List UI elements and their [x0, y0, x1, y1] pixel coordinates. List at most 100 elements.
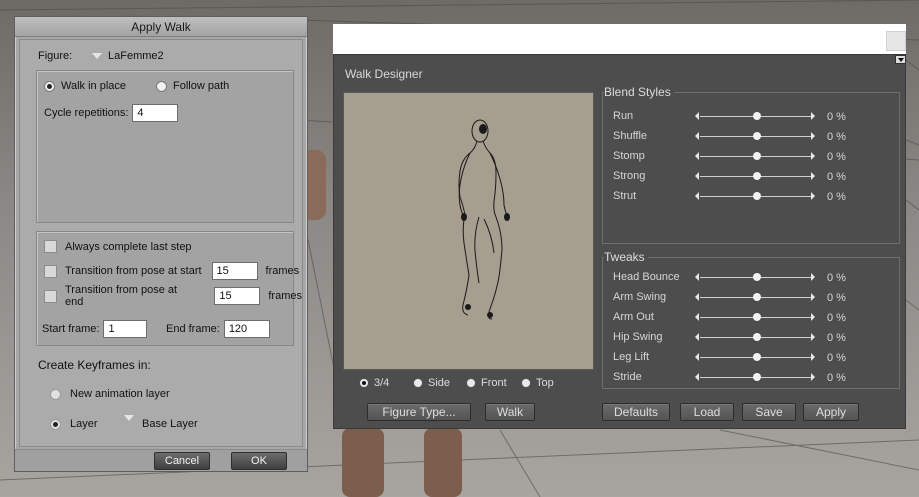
slider-min-arrow-icon[interactable] — [695, 313, 699, 321]
checkbox-icon — [44, 240, 57, 253]
view-label: 3/4 — [374, 377, 390, 389]
tweak-slider-row: Arm Out 0 % — [613, 308, 873, 328]
slider-label: Hip Swing — [613, 331, 663, 343]
slider-max-arrow-icon[interactable] — [811, 112, 815, 120]
blend-styles-title: Blend Styles — [604, 85, 674, 99]
slider-min-arrow-icon[interactable] — [695, 273, 699, 281]
end-frame-label: End frame: — [166, 323, 220, 335]
slider-handle[interactable] — [753, 192, 761, 200]
cancel-button[interactable]: Cancel — [154, 452, 210, 470]
slider-handle[interactable] — [753, 333, 761, 341]
slider-max-arrow-icon[interactable] — [811, 172, 815, 180]
background-figure-legs — [342, 428, 462, 497]
save-button[interactable]: Save — [742, 403, 796, 421]
ok-button[interactable]: OK — [231, 452, 287, 470]
slider-handle[interactable] — [753, 293, 761, 301]
slider-handle[interactable] — [753, 172, 761, 180]
slider-handle[interactable] — [753, 353, 761, 361]
slider-max-arrow-icon[interactable] — [811, 313, 815, 321]
layer-radio[interactable]: Layer — [50, 418, 98, 430]
apply-button[interactable]: Apply — [803, 403, 859, 421]
tweak-slider-row: Stride 0 % — [613, 368, 873, 388]
slider-min-arrow-icon[interactable] — [695, 293, 699, 301]
slider-value: 0 % — [827, 352, 846, 364]
cycle-repetitions-input[interactable]: 4 — [132, 104, 179, 122]
slider-handle[interactable] — [753, 112, 761, 120]
slider-max-arrow-icon[interactable] — [811, 132, 815, 140]
chevron-down-icon — [124, 415, 134, 421]
load-button[interactable]: Load — [680, 403, 734, 421]
slider-min-arrow-icon[interactable] — [695, 132, 699, 140]
slider-label: Head Bounce — [613, 271, 680, 283]
slider-max-arrow-icon[interactable] — [811, 333, 815, 341]
walking-figure-wireframe — [458, 119, 510, 320]
blend-style-slider-row: Strut 0 % — [613, 187, 873, 207]
slider-min-arrow-icon[interactable] — [695, 112, 699, 120]
view-3-4-radio[interactable]: 3/4 — [359, 377, 389, 389]
transition-start-label: Transition from pose at start — [65, 265, 202, 277]
transition-end-checkbox[interactable] — [44, 289, 57, 303]
radio-icon — [50, 388, 61, 400]
view-label: Front — [481, 377, 507, 389]
slider-label: Arm Out — [613, 311, 654, 323]
slider-handle[interactable] — [753, 313, 761, 321]
walk-in-place-radio[interactable]: Walk in place — [44, 80, 126, 92]
slider-min-arrow-icon[interactable] — [695, 152, 699, 160]
create-keyframes-label: Create Keyframes in: — [38, 358, 151, 372]
figure-dropdown[interactable]: LaFemme2 — [92, 50, 164, 62]
slider-min-arrow-icon[interactable] — [695, 353, 699, 361]
slider-min-arrow-icon[interactable] — [695, 333, 699, 341]
walk-preview-viewport[interactable] — [343, 92, 594, 370]
view-front-radio[interactable]: Front — [466, 377, 507, 389]
blend-style-slider-row: Strong 0 % — [613, 167, 873, 187]
view-side-radio[interactable]: Side — [413, 377, 450, 389]
figure-type-button[interactable]: Figure Type... — [367, 403, 471, 421]
slider-handle[interactable] — [753, 152, 761, 160]
slider-max-arrow-icon[interactable] — [811, 293, 815, 301]
follow-path-radio[interactable]: Follow path — [156, 80, 229, 92]
tweak-slider-row: Hip Swing 0 % — [613, 328, 873, 348]
slider-max-arrow-icon[interactable] — [811, 373, 815, 381]
slider-handle[interactable] — [753, 273, 761, 281]
slider-min-arrow-icon[interactable] — [695, 373, 699, 381]
always-complete-checkbox[interactable]: Always complete last step — [44, 240, 192, 253]
slider-min-arrow-icon[interactable] — [695, 172, 699, 180]
slider-max-arrow-icon[interactable] — [811, 192, 815, 200]
transition-end-input[interactable]: 15 — [214, 287, 261, 305]
slider-value: 0 % — [827, 332, 846, 344]
end-frame-input[interactable]: 120 — [223, 320, 270, 338]
slider-max-arrow-icon[interactable] — [811, 273, 815, 281]
slider-label: Stride — [613, 371, 642, 383]
start-frame-input[interactable]: 1 — [103, 320, 148, 338]
frames-unit-label: frames — [268, 290, 302, 302]
apply-walk-dialog: Apply Walk Figure: LaFemme2 Walk in plac… — [14, 16, 308, 472]
radio-icon — [156, 80, 167, 92]
slider-max-arrow-icon[interactable] — [811, 353, 815, 361]
new-animation-layer-radio[interactable]: New animation layer — [50, 388, 170, 400]
transition-start-input[interactable]: 15 — [211, 262, 258, 280]
layer-dropdown[interactable]: Base Layer — [124, 414, 198, 430]
slider-min-arrow-icon[interactable] — [695, 192, 699, 200]
slider-value: 0 % — [827, 111, 846, 123]
slider-value: 0 % — [827, 171, 846, 183]
view-top-radio[interactable]: Top — [521, 377, 554, 389]
dialog-title: Apply Walk — [15, 17, 307, 37]
window-control-button[interactable] — [886, 31, 906, 51]
radio-icon — [413, 378, 423, 388]
slider-handle[interactable] — [753, 132, 761, 140]
transition-start-checkbox[interactable] — [44, 264, 57, 278]
new-animation-layer-label: New animation layer — [70, 388, 170, 400]
slider-value: 0 % — [827, 312, 846, 324]
walk-button[interactable]: Walk — [485, 403, 535, 421]
slider-value: 0 % — [827, 272, 846, 284]
slider-value: 0 % — [827, 151, 846, 163]
layer-label: Layer — [70, 418, 98, 430]
defaults-button[interactable]: Defaults — [602, 403, 670, 421]
slider-max-arrow-icon[interactable] — [811, 152, 815, 160]
cycle-repetitions-label: Cycle repetitions: — [44, 107, 129, 119]
slider-label: Strut — [613, 190, 637, 202]
slider-handle[interactable] — [753, 373, 761, 381]
layer-value: Base Layer — [142, 418, 198, 430]
tweak-slider-row: Arm Swing 0 % — [613, 288, 873, 308]
panel-menu-arrow-icon[interactable] — [895, 55, 906, 64]
